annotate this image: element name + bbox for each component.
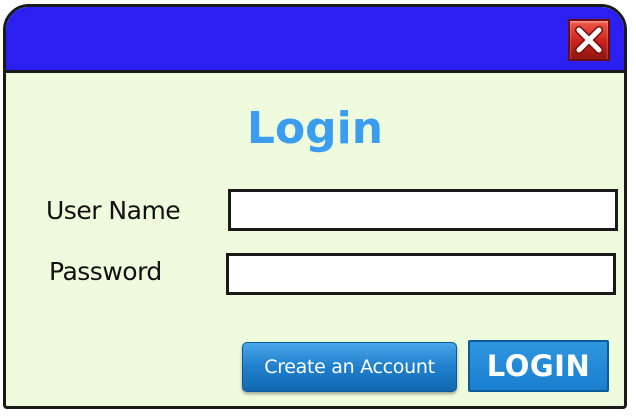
close-button[interactable]: [568, 19, 610, 61]
title-bar[interactable]: [6, 7, 624, 73]
dialog-title: Login: [246, 103, 384, 154]
login-button[interactable]: LOGIN: [468, 340, 609, 392]
password-input[interactable]: [226, 253, 616, 295]
username-label: User Name: [46, 196, 181, 225]
password-label: Password: [49, 257, 162, 286]
username-input[interactable]: [228, 189, 618, 231]
close-icon: [575, 26, 603, 54]
create-account-button[interactable]: Create an Account: [242, 342, 457, 392]
login-window: Login User Name Password Create an Accou…: [3, 4, 627, 409]
